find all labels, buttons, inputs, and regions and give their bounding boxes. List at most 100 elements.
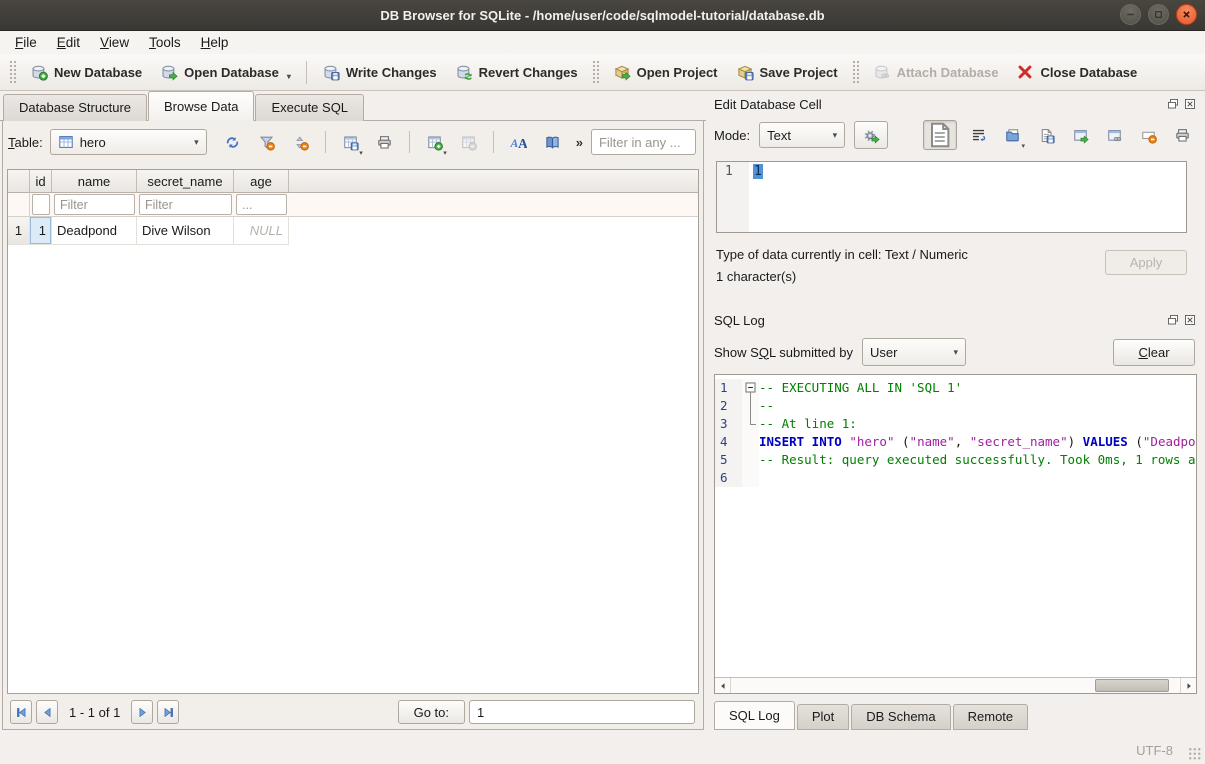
clear-filters-button[interactable] bbox=[253, 129, 280, 155]
first-page-button[interactable] bbox=[10, 700, 32, 724]
open-external-button[interactable] bbox=[1067, 122, 1093, 148]
menu-file[interactable]: File bbox=[5, 33, 47, 53]
toolbar-grip[interactable] bbox=[9, 60, 16, 84]
open-project-button[interactable]: Open Project bbox=[604, 59, 727, 85]
log-line: 1-- EXECUTING ALL IN 'SQL 1' bbox=[715, 379, 1196, 397]
minimize-button[interactable] bbox=[1120, 4, 1141, 25]
float-dock-button[interactable] bbox=[1166, 97, 1180, 111]
table-select[interactable]: hero ▾ bbox=[50, 129, 207, 155]
line-number: 3 bbox=[715, 415, 742, 433]
last-page-button[interactable] bbox=[157, 700, 179, 724]
tab-browse-data[interactable]: Browse Data bbox=[148, 91, 254, 121]
proj-open-icon bbox=[613, 63, 631, 81]
previous-page-icon bbox=[41, 706, 54, 719]
import-file-button[interactable]: ▾ bbox=[999, 122, 1025, 148]
close-database-button[interactable]: Close Database bbox=[1007, 59, 1146, 85]
tab-remote[interactable]: Remote bbox=[953, 704, 1029, 730]
scrollbar-track[interactable] bbox=[731, 678, 1180, 693]
cell-editor[interactable]: 1 1 bbox=[716, 161, 1187, 233]
filter-input-age[interactable]: ... bbox=[236, 194, 287, 215]
attach-database-button[interactable]: Attach Database bbox=[864, 59, 1008, 85]
tab-db-schema[interactable]: DB Schema bbox=[851, 704, 950, 730]
print-button[interactable] bbox=[371, 129, 398, 155]
column-header-secret_name[interactable]: secret_name bbox=[137, 170, 234, 193]
open-database-button[interactable]: Open Database▾ bbox=[151, 59, 300, 85]
refresh-button[interactable] bbox=[219, 129, 246, 155]
next-page-button[interactable] bbox=[131, 700, 153, 724]
goto-button[interactable]: Go to: bbox=[398, 700, 465, 724]
cell-secret_name[interactable]: Dive Wilson bbox=[137, 217, 234, 245]
sql-source-select[interactable]: User ▾ bbox=[862, 338, 966, 366]
menu-tools[interactable]: Tools bbox=[139, 33, 191, 53]
menu-help[interactable]: Help bbox=[191, 33, 239, 53]
log-code bbox=[759, 469, 1196, 487]
goto-input[interactable]: 1 bbox=[469, 700, 695, 724]
horizontal-scrollbar[interactable] bbox=[715, 677, 1196, 693]
delete-record-button[interactable] bbox=[455, 129, 482, 155]
previous-page-button[interactable] bbox=[36, 700, 58, 724]
save-project-button[interactable]: Save Project bbox=[727, 59, 847, 85]
dropdown-arrow-icon: ▾ bbox=[443, 149, 447, 157]
set-null-button[interactable] bbox=[1135, 122, 1161, 148]
titlebar[interactable]: DB Browser for SQLite - /home/user/code/… bbox=[0, 0, 1205, 31]
cell-name[interactable]: Deadpond bbox=[52, 217, 137, 245]
word-wrap-button[interactable] bbox=[965, 122, 991, 148]
cell-id[interactable]: 1 bbox=[30, 217, 52, 245]
revert-changes-button[interactable]: Revert Changes bbox=[446, 59, 587, 85]
new-database-button[interactable]: New Database bbox=[21, 59, 151, 85]
sql-token: ( bbox=[894, 434, 909, 449]
filter-input-id[interactable] bbox=[32, 194, 50, 215]
scrollbar-thumb[interactable] bbox=[1095, 679, 1169, 692]
close-button[interactable] bbox=[1176, 4, 1197, 25]
float-dock-button[interactable] bbox=[1166, 313, 1180, 327]
filter-input-name[interactable]: Filter bbox=[54, 194, 135, 215]
tab-sql-log[interactable]: SQL Log bbox=[714, 701, 795, 730]
text-mode-button[interactable] bbox=[923, 120, 957, 150]
column-header-id[interactable]: id bbox=[30, 170, 52, 193]
db-new-icon bbox=[30, 63, 48, 81]
print-cell-button[interactable] bbox=[1169, 122, 1195, 148]
link-button[interactable] bbox=[1101, 122, 1127, 148]
printer-icon bbox=[376, 134, 393, 151]
close-dock-button[interactable] bbox=[1183, 313, 1197, 327]
resize-grip[interactable] bbox=[1188, 747, 1202, 761]
save-table-button[interactable]: ▾ bbox=[337, 129, 364, 155]
tab-database-structure[interactable]: Database Structure bbox=[3, 94, 147, 121]
menu-edit[interactable]: Edit bbox=[47, 33, 90, 53]
row-number[interactable]: 1 bbox=[8, 217, 30, 245]
sql-log-lines: 1-- EXECUTING ALL IN 'SQL 1'2--3-- At li… bbox=[715, 375, 1196, 487]
export-file-button[interactable] bbox=[1033, 122, 1059, 148]
cell-age[interactable]: NULL bbox=[234, 217, 289, 245]
column-header-age[interactable]: age bbox=[234, 170, 289, 193]
filter-any-placeholder: Filter in any ... bbox=[599, 135, 681, 150]
record-range: 1 - 1 of 1 bbox=[69, 705, 120, 720]
auto-apply-button[interactable] bbox=[854, 121, 888, 149]
fold-marker[interactable] bbox=[742, 379, 759, 397]
filter-placeholder: ... bbox=[242, 198, 252, 212]
scroll-right-button[interactable] bbox=[1180, 678, 1196, 693]
grid-corner[interactable] bbox=[8, 170, 30, 193]
toolbar-overflow-button[interactable]: » bbox=[576, 135, 583, 150]
toolbar-grip[interactable] bbox=[592, 60, 599, 84]
column-header-name[interactable]: name bbox=[52, 170, 137, 193]
lookup-button[interactable] bbox=[539, 129, 566, 155]
apply-button[interactable]: Apply bbox=[1105, 250, 1187, 275]
insert-record-button[interactable]: ▾ bbox=[421, 129, 448, 155]
write-changes-button[interactable]: Write Changes bbox=[313, 59, 446, 85]
clear-log-button[interactable]: Clear bbox=[1113, 339, 1195, 366]
menu-view[interactable]: View bbox=[90, 33, 139, 53]
tab-plot[interactable]: Plot bbox=[797, 704, 849, 730]
toolbar-grip[interactable] bbox=[852, 60, 859, 84]
tab-execute-sql[interactable]: Execute SQL bbox=[255, 94, 364, 121]
null-icon bbox=[1140, 127, 1157, 144]
scroll-left-button[interactable] bbox=[715, 678, 731, 693]
edit-cell-title: Edit Database Cell bbox=[714, 97, 822, 112]
filter-any-column-input[interactable]: Filter in any ... bbox=[591, 129, 696, 155]
font-format-button[interactable]: AA bbox=[505, 129, 532, 155]
close-dock-button[interactable] bbox=[1183, 97, 1197, 111]
sql-log-editor[interactable]: 1-- EXECUTING ALL IN 'SQL 1'2--3-- At li… bbox=[714, 374, 1197, 694]
maximize-button[interactable] bbox=[1148, 4, 1169, 25]
filter-input-secret_name[interactable]: Filter bbox=[139, 194, 232, 215]
mode-select[interactable]: Text ▾ bbox=[759, 122, 845, 148]
clear-sorting-button[interactable] bbox=[287, 129, 314, 155]
